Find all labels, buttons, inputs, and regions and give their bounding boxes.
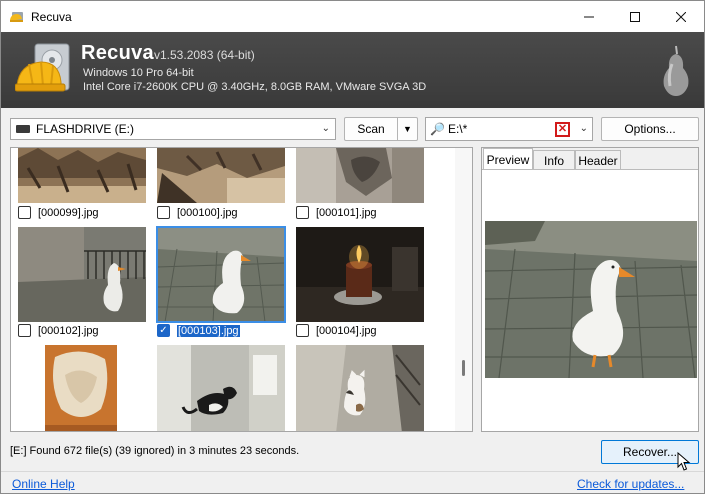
- recuva-app-icon: [9, 9, 25, 25]
- file-checkbox[interactable]: [296, 324, 309, 337]
- preview-body: [482, 169, 698, 431]
- recuva-window: Recuva Recuva v1.53.2083 (64-bit) Window…: [0, 0, 705, 494]
- file-caption: ✓ [000103].jpg: [157, 323, 241, 338]
- close-button[interactable]: [658, 1, 704, 32]
- toolbar: FLASHDRIVE (E:) ⌄ Scan ▼ 🔎 ✕ ⌄ Options..…: [1, 108, 704, 148]
- preview-tabs: Preview Info Header: [482, 148, 698, 170]
- file-name: [000101].jpg: [316, 206, 377, 219]
- scrollbar-thumb[interactable]: [462, 360, 465, 376]
- thumbnail-image: [296, 227, 424, 322]
- file-caption: [000104].jpg: [296, 324, 377, 337]
- vertical-scrollbar[interactable]: [455, 148, 472, 431]
- tab-preview[interactable]: Preview: [483, 148, 533, 170]
- file-checkbox[interactable]: [157, 206, 170, 219]
- preview-image: [485, 221, 697, 378]
- maximize-button[interactable]: [612, 1, 658, 32]
- file-caption: [000099].jpg: [18, 206, 99, 219]
- file-thumbnail-list[interactable]: [000099].jpg [000100].jpg [000101].jpg […: [10, 147, 473, 432]
- hardware-info: Intel Core i7-2600K CPU @ 3.40GHz, 8.0GB…: [83, 81, 427, 93]
- file-name: [000103].jpg: [176, 323, 241, 338]
- filter-combobox[interactable]: 🔎 ✕ ⌄: [425, 117, 593, 141]
- preview-pane: Preview Info Header: [481, 147, 699, 432]
- window-title: Recuva: [31, 9, 72, 24]
- thumbnail-image: [156, 226, 286, 323]
- file-checkbox-checked[interactable]: ✓: [157, 324, 170, 337]
- title-bar: Recuva: [1, 1, 704, 32]
- piriform-pear-icon: [658, 42, 694, 98]
- chevron-down-icon[interactable]: ⌄: [580, 123, 588, 134]
- options-button[interactable]: Options...: [601, 117, 699, 141]
- scan-button[interactable]: Scan: [344, 117, 398, 141]
- os-info: Windows 10 Pro 64-bit: [83, 67, 194, 79]
- chevron-down-icon: ⌄: [321, 123, 330, 134]
- check-updates-link[interactable]: Check for updates...: [577, 477, 684, 491]
- thumbnail-image: [296, 148, 424, 203]
- drive-select-value: FLASHDRIVE (E:): [36, 122, 135, 136]
- recuva-logo-icon: [14, 40, 73, 100]
- thumbnail-image: [296, 345, 424, 431]
- file-checkbox[interactable]: [18, 206, 31, 219]
- file-caption: [000100].jpg: [157, 206, 238, 219]
- clear-filter-icon[interactable]: ✕: [555, 122, 570, 137]
- drive-select[interactable]: FLASHDRIVE (E:) ⌄: [10, 118, 336, 140]
- file-name: [000100].jpg: [177, 206, 238, 219]
- file-checkbox[interactable]: [18, 324, 31, 337]
- file-name: [000104].jpg: [316, 324, 377, 337]
- online-help-link[interactable]: Online Help: [12, 477, 75, 491]
- thumbnail-image: [45, 345, 117, 431]
- thumbnail-image: [18, 148, 146, 203]
- file-checkbox[interactable]: [296, 206, 309, 219]
- drive-icon: [16, 125, 30, 133]
- scan-dropdown-button[interactable]: ▼: [398, 117, 418, 141]
- app-version: v1.53.2083 (64-bit): [154, 48, 255, 62]
- mouse-cursor-icon: [677, 451, 691, 472]
- file-caption: [000101].jpg: [296, 206, 377, 219]
- status-text: [E:] Found 672 file(s) (39 ignored) in 3…: [10, 445, 300, 457]
- thumbnail-image: [157, 345, 285, 431]
- chevron-down-icon: ▼: [403, 124, 412, 134]
- file-caption: [000102].jpg: [18, 324, 99, 337]
- filter-input[interactable]: [447, 122, 548, 136]
- file-name: [000102].jpg: [38, 324, 99, 337]
- app-header: Recuva v1.53.2083 (64-bit) Windows 10 Pr…: [1, 32, 704, 108]
- thumbnail-image: [18, 227, 146, 322]
- file-name: [000099].jpg: [38, 206, 99, 219]
- app-name: Recuva: [81, 42, 154, 64]
- minimize-button[interactable]: [566, 1, 612, 32]
- thumbnail-image: [157, 148, 285, 203]
- footer: Online Help Check for updates...: [1, 471, 704, 493]
- search-icon: 🔎: [430, 122, 445, 136]
- tab-header[interactable]: Header: [575, 150, 621, 170]
- tab-info[interactable]: Info: [533, 150, 575, 170]
